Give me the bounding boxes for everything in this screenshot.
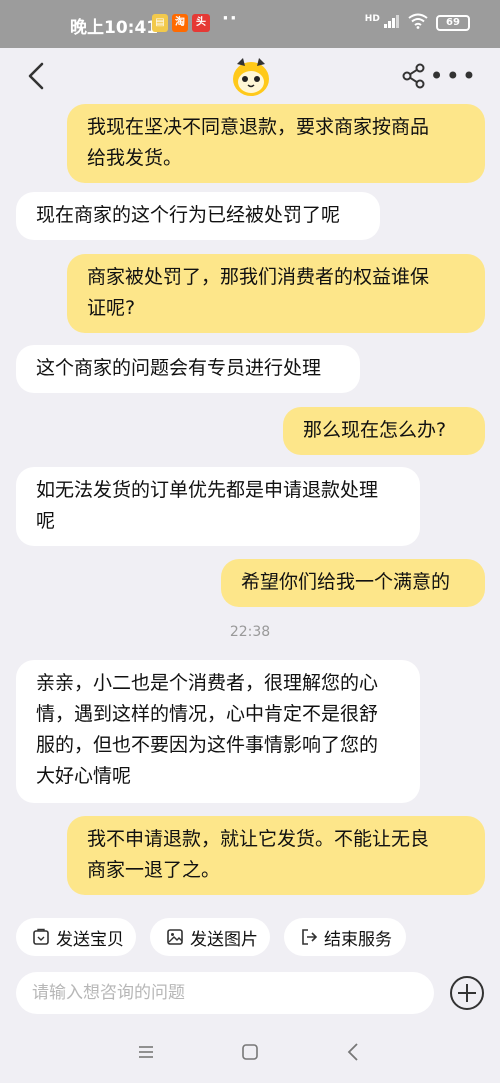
status-time: 晚上10:41 [70,18,159,38]
send-product-label: 发送宝贝 [56,929,124,950]
more-notifications-indicator: ·· [222,8,238,29]
send-image-label: 发送图片 [190,929,258,950]
message-bubble-sent[interactable]: 商家被处罚了，那我们消费者的权益谁保 证呢? [67,254,485,333]
more-dots-icon[interactable]: ••• [430,62,478,90]
share-icon[interactable] [400,62,428,90]
image-icon [167,929,183,945]
message-bubble-received[interactable]: 现在商家的这个行为已经被处罚了呢 [16,192,380,240]
home-icon[interactable] [241,1043,259,1061]
menu-icon[interactable] [138,1045,154,1059]
battery-icon: 69 [436,14,470,31]
message-bubble-sent[interactable]: 我不申请退款，就让它发货。不能让无良 商家一退了之。 [67,816,485,895]
signal-label: HD [364,14,380,24]
system-nav-bar [0,1025,500,1083]
taobao-icon: 淘 [172,14,188,32]
status-indicators: HD 69 [365,13,470,32]
message-bubble-sent[interactable]: 我现在坚决不同意退款，要求商家按商品 给我发货。 [67,104,485,183]
wifi-icon [408,13,428,32]
message-bubble-sent[interactable]: 希望你们给我一个满意的 [221,559,485,607]
mascot-avatar[interactable] [229,54,273,98]
news-icon: 头 [192,14,210,32]
signal-icon: HD [365,14,400,31]
end-service-label: 结束服务 [324,929,392,950]
plus-circle-icon[interactable] [448,974,486,1012]
status-bar: 晚上10:41 ▤ 淘 头 ·· HD 69 [0,0,500,48]
end-service-button[interactable]: 结束服务 [284,918,406,956]
message-input[interactable] [16,972,434,1014]
notification-icon: ▤ [152,14,168,32]
chat-header: ••• [0,48,500,104]
message-timestamp: 22:38 [229,624,271,640]
message-bubble-received[interactable]: 这个商家的问题会有专员进行处理 [16,345,360,393]
exit-icon [302,929,318,945]
message-bubble-received[interactable]: 如无法发货的订单优先都是申请退款处理 呢 [16,467,420,546]
message-bubble-sent[interactable]: 那么现在怎么办? [283,407,485,455]
send-product-button[interactable]: 发送宝贝 [16,918,136,956]
message-bubble-received[interactable]: 亲亲，小二也是个消费者，很理解您的心 情，遇到这样的情况，心中肯定不是很舒 服的… [16,660,420,803]
chevron-left-icon[interactable] [24,60,52,92]
product-icon [33,928,49,945]
back-icon[interactable] [346,1042,360,1062]
send-image-button[interactable]: 发送图片 [150,918,270,956]
